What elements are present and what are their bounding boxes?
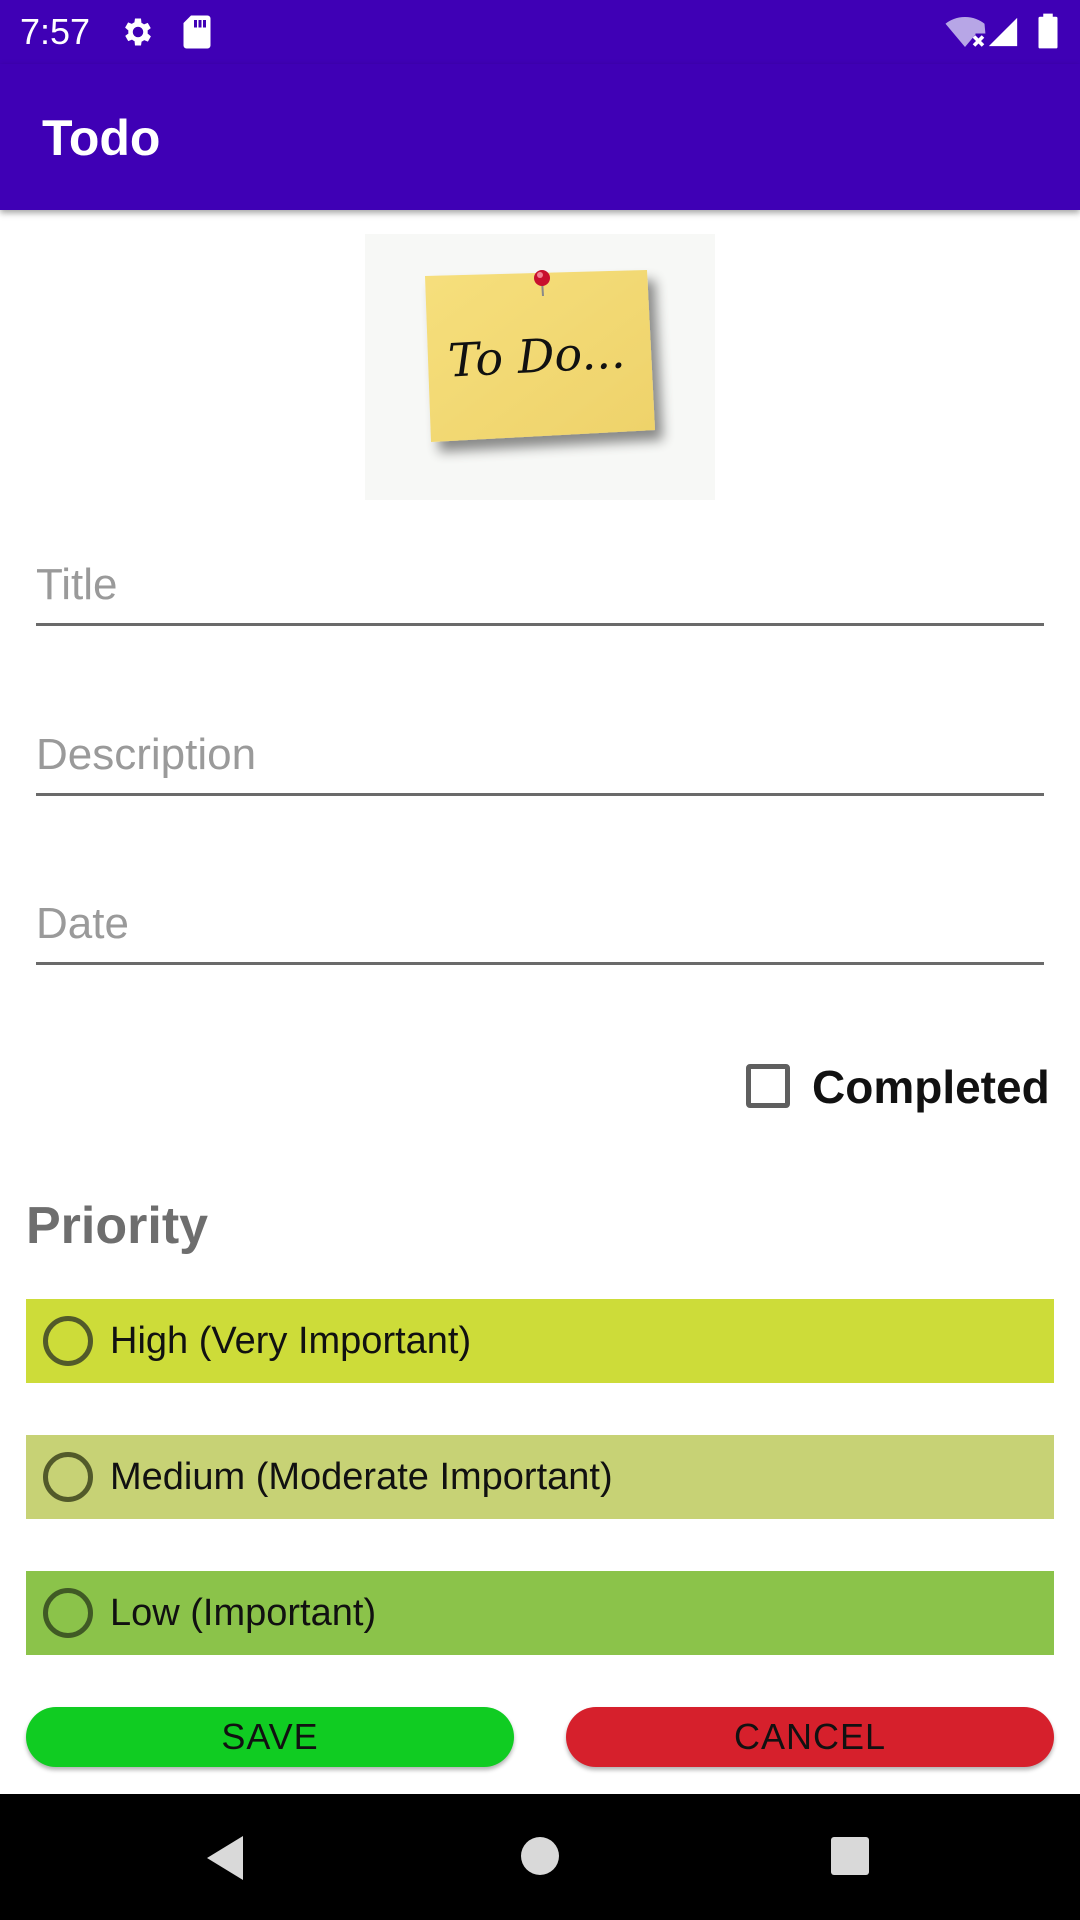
recents-icon[interactable] (830, 1836, 870, 1881)
title-input[interactable] (36, 546, 1044, 626)
navigation-bar (0, 1794, 1080, 1920)
radio-button-icon[interactable] (43, 1316, 93, 1366)
sd-card-icon (182, 14, 212, 55)
back-icon[interactable] (203, 1834, 247, 1887)
battery-icon (1036, 12, 1060, 55)
priority-low-label: Low (Important) (110, 1592, 377, 1634)
checkbox-square[interactable] (746, 1064, 790, 1108)
gear-icon (120, 14, 156, 55)
home-icon[interactable] (520, 1836, 560, 1881)
priority-high-radio[interactable]: High (Very Important) (26, 1299, 1054, 1383)
radio-button-icon[interactable] (43, 1588, 93, 1638)
status-time: 7:57 (20, 11, 91, 52)
app-bar: Todo (0, 64, 1080, 210)
save-button[interactable]: SAVE (26, 1707, 514, 1767)
priority-heading: Priority (26, 1197, 209, 1255)
wifi-off-icon (944, 14, 986, 55)
priority-medium-label: Medium (Moderate Important) (110, 1456, 613, 1498)
radio-button-icon[interactable] (43, 1452, 93, 1502)
completed-checkbox[interactable]: Completed (740, 1056, 1050, 1116)
todo-sticky-note-image: To Do... (365, 234, 715, 500)
completed-label: Completed (812, 1061, 1050, 1113)
status-bar: 7:57 (0, 0, 1080, 64)
priority-high-label: High (Very Important) (110, 1320, 472, 1362)
priority-low-radio[interactable]: Low (Important) (26, 1571, 1054, 1655)
todo-image-text: To Do... (447, 324, 627, 387)
description-input[interactable] (36, 716, 1044, 796)
date-input[interactable] (36, 885, 1044, 965)
signal-icon (986, 14, 1020, 55)
cancel-button[interactable]: CANCEL (566, 1707, 1054, 1767)
app-title: Todo (42, 110, 161, 166)
priority-medium-radio[interactable]: Medium (Moderate Important) (26, 1435, 1054, 1519)
